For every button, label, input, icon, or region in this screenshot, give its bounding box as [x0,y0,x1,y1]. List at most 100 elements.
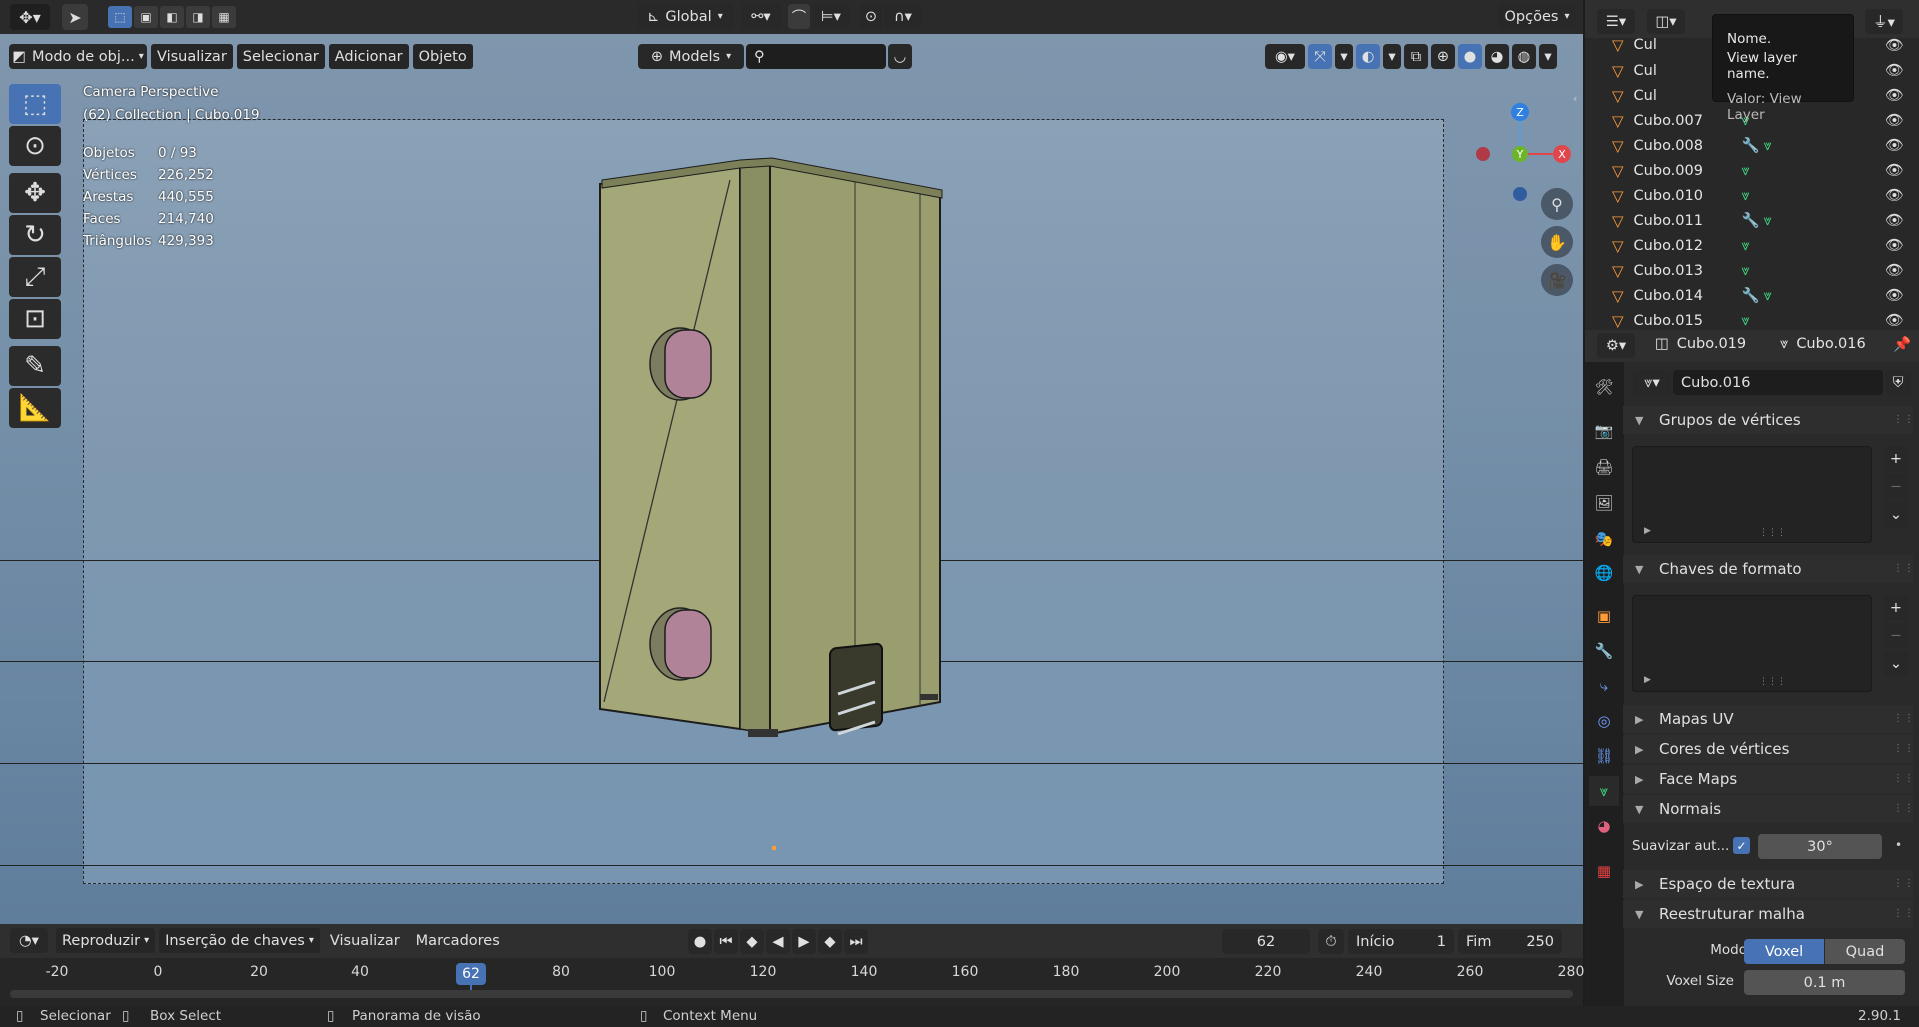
zoom-icon[interactable]: ⚲ [1541,188,1573,220]
menu-objeto[interactable]: Objeto [412,44,473,69]
visibility-eye-icon[interactable]: 👁 [1885,211,1904,229]
menu-visualizar[interactable]: Visualizar [151,44,233,69]
mode-new-icon[interactable]: ⬚ [108,6,132,28]
menu-marcadores[interactable]: Marcadores [410,928,506,953]
fake-user-icon[interactable]: ⛨ [1885,370,1911,395]
display-mode-dropdown[interactable]: ◫▾ [1647,9,1685,34]
visibility-eye-icon[interactable]: 👁 [1885,236,1904,254]
play-icon[interactable]: ▶ [792,929,816,954]
menu-adicionar[interactable]: Adicionar [328,44,409,69]
list-filter-toggle-icon[interactable]: ▶ [1644,526,1651,536]
constraints-tab-icon[interactable]: ⛓ [1589,741,1619,771]
camera-view-icon[interactable]: 🎥 [1541,264,1573,296]
outliner-row[interactable]: ▽ Cubo.014 🔧 ⩔ [1590,283,1772,308]
proportional-falloff-dropdown[interactable]: ∩▾ [884,4,922,29]
auto-smooth-angle-field[interactable]: 30° [1758,834,1882,859]
outliner-editor-type[interactable]: ☰▾ [1597,9,1635,34]
pivot-dropdown[interactable]: ⚯▾ [741,4,781,29]
play-reverse-icon[interactable]: ◀ [766,929,790,954]
texture-tab-icon[interactable]: ▦ [1589,856,1619,886]
proportional-edit-icon[interactable]: ⊙ [860,4,882,29]
shape-key-specials-icon[interactable]: ⌄ [1884,651,1908,676]
add-vertex-group-button[interactable]: + [1884,446,1908,471]
object-tab-icon[interactable]: ▣ [1589,601,1619,631]
timeline-scrubber[interactable] [0,958,1583,1006]
stopwatch-icon[interactable]: ⏱ [1318,929,1344,954]
panel-drag-handle[interactable]: ⋮⋮⋮ [1893,803,1919,814]
mode-extend-icon[interactable]: ▣ [134,6,158,28]
orientation-dropdown[interactable]: ⊾ Global ▾ [637,4,733,29]
move-tool-icon[interactable]: ✥ [9,173,61,213]
next-keyframe-icon[interactable]: ◆ [818,929,842,954]
outliner-row[interactable]: ▽ Cubo.013 ⩔ [1590,258,1750,283]
panel-vertex-colors[interactable]: ▶ Cores de vértices [1623,735,1913,763]
outliner-row[interactable]: ▽ Cul [1590,83,1657,108]
panel-uv-maps[interactable]: ▶ Mapas UV [1623,705,1913,733]
record-icon[interactable]: ● [688,929,712,954]
wireframe-shading-icon[interactable]: ⊕ [1431,44,1455,69]
panel-normals[interactable]: ▼ Normais [1623,795,1913,823]
output-tab-icon[interactable]: 🖨 [1589,452,1619,482]
jump-start-icon[interactable]: ⏮ [714,929,738,954]
speaker-box-mesh[interactable] [590,154,950,894]
gizmo-toggle-icon[interactable]: ⤧ [1308,44,1332,69]
frame-start-field[interactable]: Início 1 [1348,929,1454,954]
vertex-group-specials-icon[interactable]: ⌄ [1884,502,1908,527]
overlay-dropdown[interactable]: ▾ [1383,44,1401,69]
mesh-data-tab-icon[interactable]: ⩔ [1589,776,1619,806]
list-resize-handle[interactable]: ⋮⋮⋮ [1759,677,1786,687]
visibility-eye-icon[interactable]: 👁 [1885,286,1904,304]
panel-drag-handle[interactable]: ⋮⋮⋮ [1893,743,1919,754]
menu-visualizar-timeline[interactable]: Visualizar [324,928,406,953]
modifier-tab-icon[interactable]: 🔧 [1589,636,1619,666]
mesh-browse-dropdown[interactable]: ⩔▾ [1633,370,1671,395]
rotate-tool-icon[interactable]: ↻ [9,215,61,255]
menu-selecionar[interactable]: Selecionar [236,44,325,69]
cursor-tool-icon[interactable]: ⊙ [9,126,61,166]
visibility-eye-icon[interactable]: 👁 [1885,161,1904,179]
collection-dropdown[interactable]: ⊕ Models ▾ [638,44,744,69]
panel-drag-handle[interactable]: ⋮⋮⋮ [1893,878,1919,889]
panel-drag-handle[interactable]: ⋮⋮⋮ [1893,908,1919,919]
solid-shading-icon[interactable]: ● [1458,44,1482,69]
search-options-icon[interactable]: ◡ [888,44,912,69]
mode-subtract-icon[interactable]: ◧ [160,6,184,28]
outliner-row[interactable]: ▽ Cul [1590,58,1657,83]
shape-keys-list[interactable] [1632,595,1872,692]
prev-keyframe-icon[interactable]: ◆ [740,929,764,954]
panel-vertex-groups[interactable]: ▼ Grupos de vértices [1623,406,1913,434]
snap-target-dropdown[interactable]: ⊨▾ [812,4,850,29]
properties-editor-type[interactable]: ⚙▾ [1597,333,1635,358]
outliner-row[interactable]: ▽ Cul [1590,32,1657,57]
outliner-row[interactable]: ▽ Cubo.007 ⩔ [1590,108,1750,133]
editor-type-button[interactable]: ✥▾ [10,4,50,30]
menu-reproduzir[interactable]: Reproduzir ▾ [56,928,156,953]
mode-invert-icon[interactable]: ◨ [186,6,210,28]
select-tool-icon[interactable]: ➤ [62,4,88,30]
voxel-size-field[interactable]: 0.1 m [1744,970,1905,995]
visibility-dropdown[interactable]: ◉▾ [1265,44,1305,69]
remove-vertex-group-button[interactable]: − [1884,474,1908,499]
world-tab-icon[interactable]: 🌐 [1589,558,1619,588]
vertex-groups-list[interactable] [1632,446,1872,543]
panel-drag-handle[interactable]: ⋮⋮⋮ [1893,414,1919,425]
options-dropdown[interactable]: Opções ▾ [1498,4,1576,29]
menu-insercao-chaves[interactable]: Inserção de chaves ▾ [159,928,320,953]
tool-tab-icon[interactable]: 🛠 [1589,372,1619,402]
visibility-eye-icon[interactable]: 👁 [1885,36,1904,54]
gizmo-dropdown[interactable]: ▾ [1335,44,1353,69]
outliner-row[interactable]: ▽ Cubo.011 🔧 ⩔ [1590,208,1772,233]
3d-viewport[interactable]: ◩ Modo de obj... ▾ Visualizar Selecionar A… [0,34,1583,924]
render-tab-icon[interactable]: 📷 [1589,416,1619,446]
measure-tool-icon[interactable]: 📐 [9,388,61,428]
physics-tab-icon[interactable]: ◎ [1589,706,1619,736]
panel-drag-handle[interactable]: ⋮⋮⋮ [1893,773,1919,784]
current-frame-field[interactable]: 62 [1222,929,1310,954]
visibility-eye-icon[interactable]: 👁 [1885,86,1904,104]
mesh-name-field[interactable]: Cubo.016 [1673,370,1883,395]
panel-remesh[interactable]: ▼ Reestruturar malha [1623,900,1913,928]
viewport-search-input[interactable]: ⚲ [746,44,886,69]
visibility-eye-icon[interactable]: 👁 [1885,186,1904,204]
remove-shape-key-button[interactable]: − [1884,623,1908,648]
remesh-quad-button[interactable]: Quad [1825,939,1905,964]
